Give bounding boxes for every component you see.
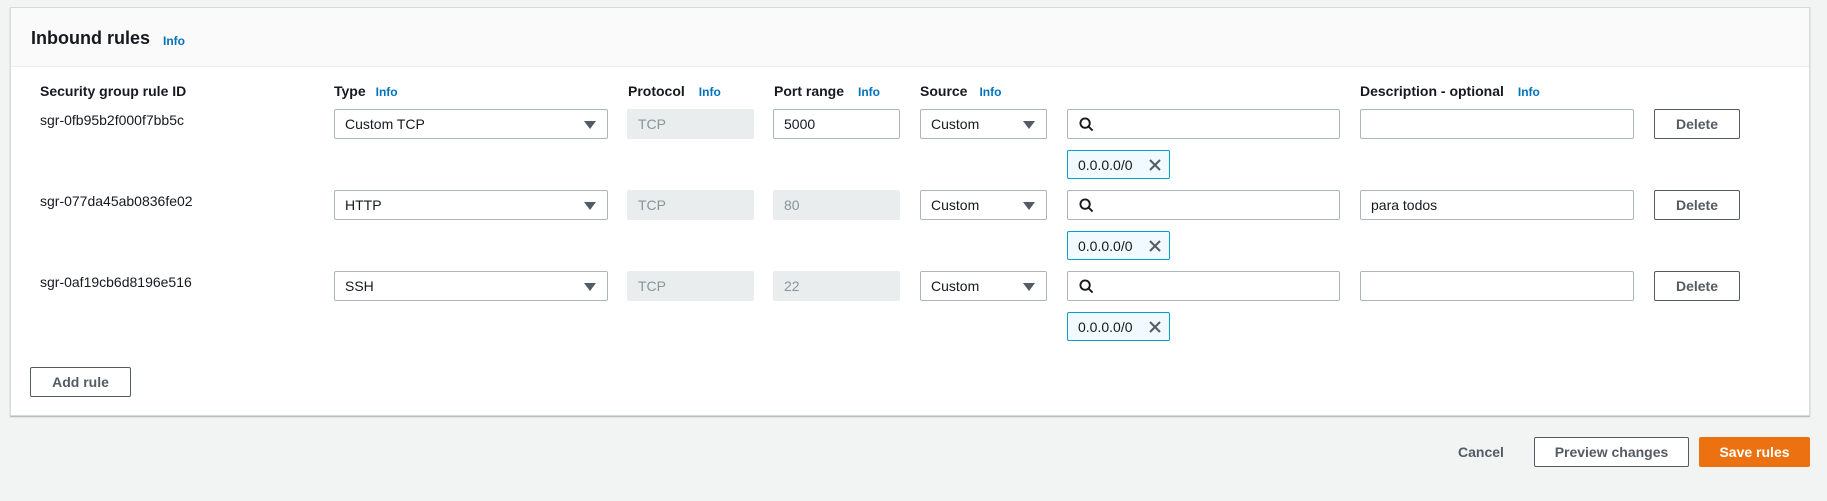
column-header-source: Source Info [920,83,1001,99]
column-header-type: Type Info [334,83,398,99]
delete-button[interactable]: Delete [1654,190,1740,220]
description-input[interactable] [1360,109,1634,139]
protocol-field: TCP [627,190,754,220]
port-range-field: 80 [773,190,900,220]
close-icon[interactable] [1147,238,1163,254]
source-cidr-search-input[interactable] [1067,190,1340,220]
description-info-link[interactable]: Info [1518,85,1540,99]
preview-changes-button[interactable]: Preview changes [1534,437,1689,467]
search-icon [1079,279,1094,294]
caret-down-icon [584,121,596,129]
description-value: para todos [1371,197,1438,213]
search-icon [1079,198,1094,213]
source-select[interactable]: Custom [920,271,1047,301]
type-select[interactable]: HTTP [334,190,608,220]
protocol-value: TCP [638,197,666,213]
panel-header: Inbound rules Info [11,8,1809,67]
save-rules-button[interactable]: Save rules [1699,437,1810,467]
column-header-protocol: Protocol Info [628,83,721,99]
rule-id: sgr-077da45ab0836fe02 [40,193,193,209]
delete-button[interactable]: Delete [1654,271,1740,301]
close-icon[interactable] [1147,319,1163,335]
column-header-port-range-label: Port range [774,83,845,99]
cancel-button[interactable]: Cancel [1458,444,1504,460]
column-header-description: Description - optional Info [1360,83,1540,99]
cidr-token-label: 0.0.0.0/0 [1078,238,1133,254]
source-select-value: Custom [931,116,980,132]
type-select-value: HTTP [345,197,382,213]
cidr-token-label: 0.0.0.0/0 [1078,157,1133,173]
cidr-token: 0.0.0.0/0 [1067,150,1170,179]
column-header-protocol-label: Protocol [628,83,685,99]
protocol-field: TCP [627,109,754,139]
source-info-link[interactable]: Info [979,85,1001,99]
cidr-token: 0.0.0.0/0 [1067,231,1170,260]
type-select-value: Custom TCP [345,116,425,132]
protocol-value: TCP [638,278,666,294]
source-select[interactable]: Custom [920,109,1047,139]
panel-info-link[interactable]: Info [163,34,185,48]
protocol-field: TCP [627,271,754,301]
column-header-type-label: Type [334,83,366,99]
inbound-rules-panel: Inbound rules Info Security group rule I… [10,7,1810,416]
caret-down-icon [1023,283,1035,291]
column-header-rule-id: Security group rule ID [40,83,186,99]
column-header-rule-id-label: Security group rule ID [40,83,187,99]
column-header-port-range: Port range Info [774,83,880,99]
port-range-input[interactable]: 5000 [773,109,900,139]
source-cidr-search-input[interactable] [1067,271,1340,301]
port-range-value: 80 [784,197,800,213]
port-range-value: 5000 [784,116,816,132]
type-info-link[interactable]: Info [376,85,398,99]
caret-down-icon [584,283,596,291]
source-select-value: Custom [931,197,980,213]
close-icon[interactable] [1147,157,1163,173]
rule-id: sgr-0af19cb6d8196e516 [40,274,192,290]
caret-down-icon [1023,121,1035,129]
type-select[interactable]: SSH [334,271,608,301]
cidr-token: 0.0.0.0/0 [1067,312,1170,341]
caret-down-icon [1023,202,1035,210]
protocol-value: TCP [638,116,666,132]
delete-button[interactable]: Delete [1654,109,1740,139]
add-rule-button[interactable]: Add rule [30,367,131,397]
panel-title: Inbound rules [31,28,150,48]
port-range-field: 22 [773,271,900,301]
type-select[interactable]: Custom TCP [334,109,608,139]
port-range-value: 22 [784,278,800,294]
source-cidr-search-input[interactable] [1067,109,1340,139]
column-header-description-label: Description - optional [1360,83,1504,99]
caret-down-icon [584,202,596,210]
description-input[interactable]: para todos [1360,190,1634,220]
rule-id: sgr-0fb95b2f000f7bb5c [40,112,184,128]
cidr-token-label: 0.0.0.0/0 [1078,319,1133,335]
column-header-source-label: Source [920,83,968,99]
search-icon [1079,117,1094,132]
protocol-info-link[interactable]: Info [699,85,721,99]
source-select-value: Custom [931,278,980,294]
port-range-info-link[interactable]: Info [858,85,880,99]
source-select[interactable]: Custom [920,190,1047,220]
type-select-value: SSH [345,278,374,294]
description-input[interactable] [1360,271,1634,301]
